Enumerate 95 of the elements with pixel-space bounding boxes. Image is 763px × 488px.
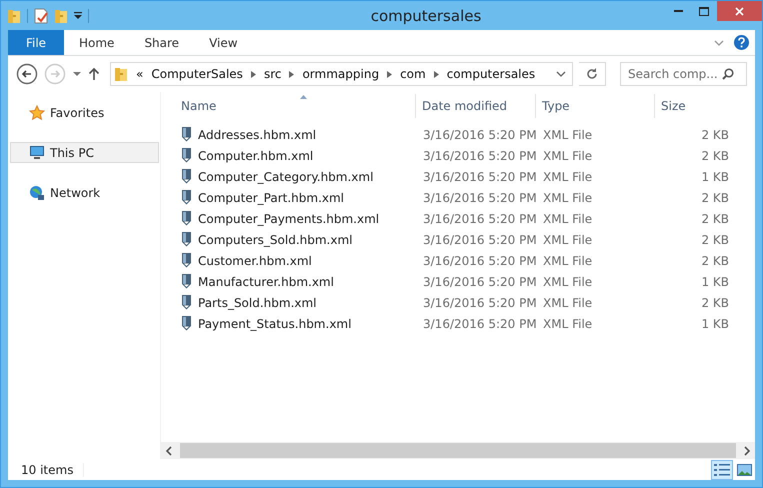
table-cell-text: 3/16/2016 5:20 PM [422,212,536,226]
address-bar[interactable]: « ComputerSales src ormmapping com computersales [110,62,573,86]
table-cell-text: 2 KB [700,296,729,310]
xml-file-icon [181,274,192,289]
table-cell-text: XML File [542,254,594,268]
dropdown-icon[interactable] [74,12,82,19]
table-cell-text: 3/16/2016 5:20 PM [422,128,536,142]
table-cell-text: 2 KB [700,128,729,142]
file-name[interactable]: Computers_Sold.hbm.xml [161,232,416,247]
table-cell-text: 2 KB [700,254,729,268]
details-view-button[interactable] [711,460,733,480]
file-name[interactable]: Computer_Part.hbm.xml [161,190,416,205]
file-name[interactable]: Customer.hbm.xml [161,253,416,268]
refresh-icon [586,68,598,80]
search-icon [722,68,734,80]
table-cell-text: XML File [542,170,594,184]
table-cell-text: 3/16/2016 5:20 PM [422,190,536,204]
xml-file-icon [181,127,192,142]
sidebar-item[interactable]: This PC [10,142,159,163]
file-name[interactable]: Computer_Category.hbm.xml [161,169,416,184]
overflow-chevron[interactable]: « [136,67,144,81]
breadcrumb[interactable]: ComputerSales [151,67,243,81]
column-header[interactable]: Type [536,94,655,118]
star-icon [29,104,45,120]
table-cell-text: XML File [542,212,594,226]
breadcrumb[interactable]: ormmapping [302,67,380,81]
xml-file-icon [181,295,192,310]
table-cell-text: 3/16/2016 5:20 PM [422,170,536,184]
expand-ribbon-icon[interactable] [714,40,724,46]
help-icon[interactable] [734,35,749,50]
table-cell-text: 3/16/2016 5:20 PM [422,254,536,268]
table-cell-text: 3/16/2016 5:20 PM [422,274,536,288]
table-cell-text: XML File [542,274,594,288]
maximize-icon [699,6,709,16]
table-cell-text: XML File [542,316,594,330]
properties-icon[interactable] [34,8,48,24]
table-cell-text: XML File [542,190,594,204]
window-title: computersales [370,6,482,24]
table-cell-text: 1 KB [700,170,729,184]
file-name[interactable]: Addresses.hbm.xml [161,127,416,142]
item-count: 10 items [21,462,84,476]
computer-icon [29,145,45,160]
table-cell-text: 3/16/2016 5:20 PM [422,148,536,162]
file-tab[interactable]: File [8,30,64,55]
xml-file-icon [181,316,192,331]
breadcrumb[interactable]: com [400,67,426,81]
back-button[interactable] [16,63,38,85]
xml-file-icon [181,169,192,184]
table-cell-text: 3/16/2016 5:20 PM [422,232,536,246]
up-button[interactable] [88,67,100,81]
refresh-button[interactable] [579,62,606,86]
table-cell-text: XML File [542,232,594,246]
table-cell-text: XML File [542,296,594,310]
breadcrumb-arrow-icon[interactable] [250,70,256,78]
breadcrumb[interactable]: computersales [446,67,536,81]
close-icon [735,6,744,16]
new-folder-icon [54,8,68,24]
minimize-icon [674,10,682,12]
breadcrumb-arrow-icon[interactable] [289,70,294,78]
breadcrumb-arrow-icon[interactable] [387,70,392,78]
table-cell-text: 2 KB [700,212,729,226]
folder-icon [114,66,128,82]
xml-file-icon [181,232,192,247]
xml-file-icon [181,253,192,268]
close-button[interactable] [717,1,762,21]
table-cell-text: 1 KB [700,274,729,288]
column-header[interactable]: Name [161,94,416,118]
chevron-down-icon[interactable] [556,71,566,77]
breadcrumb[interactable]: src [264,67,282,81]
table-cell-text: 2 KB [700,232,729,246]
xml-file-icon [181,190,192,205]
xml-file-icon [181,148,192,163]
file-name[interactable]: Parts_Sold.hbm.xml [161,295,416,310]
folder-icon [7,8,21,24]
file-name[interactable]: Computer.hbm.xml [161,148,416,163]
xml-file-icon [181,211,192,226]
file-name[interactable]: Manufacturer.hbm.xml [161,274,416,289]
table-cell-text: 2 KB [700,148,729,162]
sort-ascending-icon [300,95,307,99]
breadcrumb-arrow-icon[interactable] [434,70,439,78]
table-cell-text: 3/16/2016 5:20 PM [422,296,536,310]
recent-locations-button[interactable] [72,71,82,77]
table-cell-text: 3/16/2016 5:20 PM [422,316,536,330]
column-header[interactable]: Date modified [416,94,536,118]
column-header[interactable]: Size [655,94,729,118]
search-field[interactable]: Search comp... [620,62,747,86]
file-name[interactable]: Payment_Status.hbm.xml [161,316,416,331]
network-globe-icon [29,184,45,200]
sidebar-item[interactable]: Network [10,182,159,203]
table-cell-text: XML File [542,148,594,162]
table-cell-text: 1 KB [700,316,729,330]
sidebar-item[interactable]: Favorites [10,102,159,123]
table-cell-text: XML File [542,128,594,142]
table-cell-text: 2 KB [700,190,729,204]
file-name[interactable]: Computer_Payments.hbm.xml [161,211,416,226]
